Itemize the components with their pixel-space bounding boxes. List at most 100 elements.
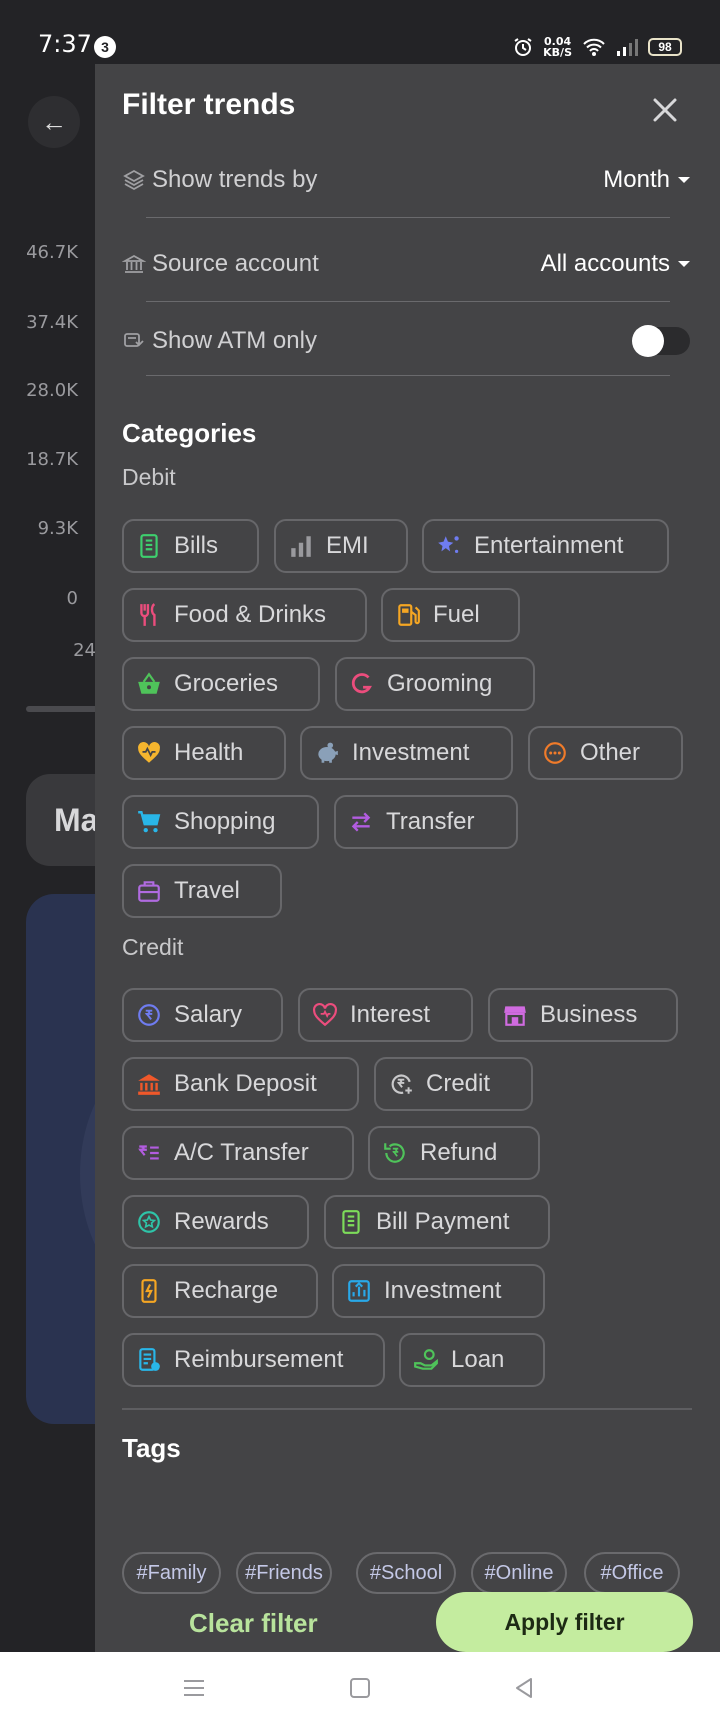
source-account-label: Source account xyxy=(152,250,319,277)
chip-label: Rewards xyxy=(174,1208,269,1235)
layers-icon xyxy=(123,169,145,191)
source-account-dropdown[interactable]: All accounts xyxy=(541,250,690,278)
chip-fuel[interactable]: Fuel xyxy=(381,588,520,642)
chip-reimbursement[interactable]: Reimbursement xyxy=(122,1333,385,1387)
wifi-icon xyxy=(583,38,605,56)
drawer-title: Filter trends xyxy=(122,88,296,121)
chip-label: Investment xyxy=(384,1277,502,1304)
cart-icon xyxy=(138,811,161,833)
chip-credit[interactable]: Credit xyxy=(374,1057,533,1111)
chip-label: Grooming xyxy=(387,670,493,697)
home-icon[interactable] xyxy=(342,1670,378,1706)
tag-chip[interactable]: #School xyxy=(356,1552,456,1594)
atm-only-row: Show ATM only xyxy=(122,317,702,365)
bill-payment-icon xyxy=(342,1210,360,1234)
loan-icon xyxy=(414,1349,438,1370)
atm-only-label: Show ATM only xyxy=(152,327,317,354)
chip-grooming[interactable]: Grooming xyxy=(335,657,535,711)
net-speed-unit: KB/S xyxy=(543,46,572,59)
rewards-icon xyxy=(138,1211,160,1233)
basket-icon xyxy=(138,672,160,694)
chip-label: Salary xyxy=(174,1001,243,1028)
chip-bills[interactable]: Bills xyxy=(122,519,259,573)
chip-label: Loan xyxy=(451,1346,505,1373)
bank-icon xyxy=(138,1074,160,1095)
chip-business[interactable]: Business xyxy=(488,988,678,1042)
chip-investment[interactable]: Investment xyxy=(300,726,513,780)
more-icon xyxy=(544,742,566,764)
chip-rewards[interactable]: Rewards xyxy=(122,1195,309,1249)
chip-entertainment[interactable]: Entertainment xyxy=(422,519,669,573)
piggy-bank-icon xyxy=(318,742,338,763)
signal-icon xyxy=(617,39,638,56)
grooming-icon xyxy=(351,673,372,694)
tag-chip[interactable]: #Online xyxy=(471,1552,567,1594)
drawer-footer: Clear filter Apply filter xyxy=(95,1592,720,1652)
back-arrow-icon[interactable]: ← xyxy=(28,96,80,148)
chip-label: Other xyxy=(580,739,641,766)
tags-title: Tags xyxy=(122,1433,181,1463)
salary-icon xyxy=(138,1004,160,1026)
chip-travel[interactable]: Travel xyxy=(122,864,282,918)
chip-refund[interactable]: Refund xyxy=(368,1126,540,1180)
chip-bill-payment[interactable]: Bill Payment xyxy=(324,1195,550,1249)
show-trends-by-row[interactable]: Show trends by Month xyxy=(122,156,702,204)
chip-emi[interactable]: EMI xyxy=(274,519,408,573)
notification-badge: 3 xyxy=(94,36,116,58)
clear-filter-button[interactable]: Clear filter xyxy=(189,1608,318,1639)
status-icons: 0.04 KB/S 98 xyxy=(513,34,682,60)
menu-icon[interactable] xyxy=(176,1670,212,1706)
fuel-icon xyxy=(398,604,420,626)
chip-bank-deposit[interactable]: Bank Deposit xyxy=(122,1057,359,1111)
chip-food-drinks[interactable]: Food & Drinks xyxy=(122,588,367,642)
alarm-icon xyxy=(514,38,532,56)
chip-loan[interactable]: Loan xyxy=(399,1333,545,1387)
chip-salary[interactable]: Salary xyxy=(122,988,283,1042)
system-nav-bar xyxy=(0,1652,720,1724)
show-trends-by-dropdown[interactable]: Month xyxy=(603,166,690,194)
tag-chip[interactable]: #Friends xyxy=(236,1552,332,1594)
chip-health[interactable]: Health xyxy=(122,726,286,780)
y-tick: 28.0K xyxy=(26,380,78,401)
divider xyxy=(146,301,670,302)
chip-interest[interactable]: Interest xyxy=(298,988,473,1042)
close-icon[interactable] xyxy=(643,88,687,132)
chip-groceries[interactable]: Groceries xyxy=(122,657,320,711)
divider xyxy=(146,217,670,218)
apply-filter-button[interactable]: Apply filter xyxy=(436,1592,693,1652)
chip-label: Health xyxy=(174,739,244,766)
chip-label: EMI xyxy=(326,532,369,559)
transfer-icon xyxy=(351,812,371,832)
back-icon[interactable] xyxy=(506,1670,542,1706)
y-tick: 9.3K xyxy=(37,518,78,539)
chip-other[interactable]: Other xyxy=(528,726,683,780)
chip-label: Food & Drinks xyxy=(174,601,327,628)
background-slider xyxy=(26,706,106,712)
chip-label: A/C Transfer xyxy=(174,1139,309,1166)
chip-shopping[interactable]: Shopping xyxy=(122,795,319,849)
chip-label: Groceries xyxy=(174,670,279,697)
chip-label: Interest xyxy=(350,1001,431,1028)
chip-label: Fuel xyxy=(433,601,480,628)
investment-chart-icon xyxy=(348,1280,370,1302)
chip-investment-credit[interactable]: Investment xyxy=(332,1264,545,1318)
divider xyxy=(146,375,670,376)
chip-ac-transfer[interactable]: A/C Transfer xyxy=(122,1126,354,1180)
cutlery-icon xyxy=(140,603,156,626)
chip-transfer[interactable]: Transfer xyxy=(334,795,518,849)
chip-label: Bill Payment xyxy=(376,1208,510,1235)
heart-icon xyxy=(138,742,160,763)
source-account-row[interactable]: Source account All accounts xyxy=(122,240,702,288)
interest-icon xyxy=(313,1002,337,1027)
tag-chip[interactable]: #Family xyxy=(122,1552,221,1594)
y-tick: 18.7K xyxy=(26,449,78,470)
chip-label: Entertainment xyxy=(474,532,624,559)
credit-icon xyxy=(391,1074,412,1094)
tag-chip[interactable]: #Office xyxy=(584,1552,680,1594)
chip-recharge[interactable]: Recharge xyxy=(122,1264,318,1318)
atm-only-toggle[interactable] xyxy=(632,325,690,357)
bars-icon xyxy=(291,536,311,557)
net-speed: 0.04 KB/S xyxy=(543,36,572,58)
bills-icon xyxy=(140,534,158,558)
y-tick: 0 xyxy=(66,588,78,609)
